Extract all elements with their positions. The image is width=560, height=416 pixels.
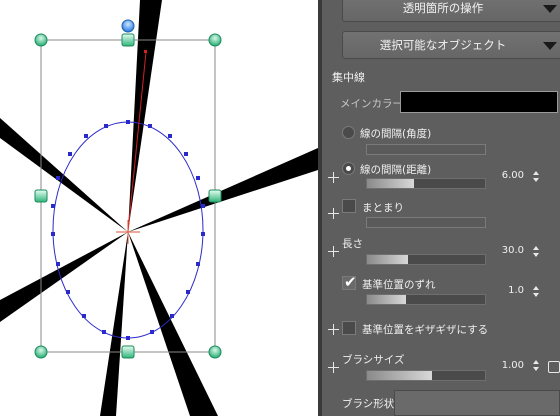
cluster-checkbox[interactable] xyxy=(342,199,356,213)
length-spinner[interactable] xyxy=(532,246,540,258)
chevron-down-icon xyxy=(543,5,557,13)
jagged-label: 基準位置をギザギザにする xyxy=(362,324,489,336)
direction-handle[interactable] xyxy=(144,50,147,53)
main-color-swatch[interactable] xyxy=(400,91,558,113)
jagged-checkbox[interactable] xyxy=(342,321,356,335)
offset-fill xyxy=(367,295,406,304)
offset-label: 基準位置のずれ xyxy=(362,279,436,291)
tool-property-panel: 透明箇所の操作 選択可能なオブジェクト 集中線 メインカラー 線の間隔(角度) … xyxy=(322,0,560,416)
main-color-label: メインカラー xyxy=(340,98,403,110)
offset-slider[interactable] xyxy=(366,294,486,305)
brush-size-fill xyxy=(367,371,432,380)
section-title: 集中線 xyxy=(332,71,365,84)
expand-icon[interactable] xyxy=(328,172,339,183)
brush-size-slider[interactable] xyxy=(366,370,486,381)
spacing-distance-slider[interactable] xyxy=(366,178,486,189)
focus-line-bottom-left xyxy=(100,232,128,416)
offset-value: 1.0 xyxy=(508,285,524,296)
canvas-drawing xyxy=(0,0,318,416)
handle-right xyxy=(208,189,222,203)
length-value: 30.0 xyxy=(501,245,524,256)
center-crosshair[interactable] xyxy=(116,220,140,244)
rotation-handle xyxy=(121,19,135,33)
transparent-ops-dropdown[interactable]: 透明箇所の操作 xyxy=(342,0,560,22)
transparent-ops-label: 透明箇所の操作 xyxy=(402,1,484,15)
brush-size-value: 1.00 xyxy=(501,360,524,371)
cluster-slider[interactable] xyxy=(366,217,486,228)
handle-bottom-right xyxy=(208,345,222,359)
handle-bottom xyxy=(121,345,135,359)
spacing-angle-radio[interactable] xyxy=(342,126,355,139)
expand-icon[interactable] xyxy=(328,246,339,257)
checkmark-icon: ✔ xyxy=(344,273,357,291)
spacing-distance-fill xyxy=(367,179,415,188)
handle-top-right xyxy=(208,33,222,47)
focus-lines xyxy=(0,0,318,416)
selectable-objects-dropdown[interactable]: 選択可能なオブジェクト xyxy=(342,31,560,59)
brush-size-spinner[interactable] xyxy=(532,360,540,372)
focus-line-right xyxy=(128,148,318,232)
selectable-objects-label: 選択可能なオブジェクト xyxy=(379,38,507,52)
brush-shape-select[interactable] xyxy=(394,390,560,416)
spacing-distance-radio[interactable] xyxy=(342,162,355,175)
offset-spinner[interactable] xyxy=(532,286,540,298)
drawing-canvas[interactable] xyxy=(0,0,318,416)
expand-icon[interactable] xyxy=(328,362,339,373)
bounding-box xyxy=(40,39,216,353)
offset-checkbox[interactable]: ✔ xyxy=(342,273,357,291)
spacing-distance-label: 線の間隔(距離) xyxy=(360,164,432,176)
spacing-angle-label: 線の間隔(角度) xyxy=(360,128,432,140)
length-fill xyxy=(367,255,409,264)
handle-top-left xyxy=(34,33,48,47)
cluster-label: まとまり xyxy=(362,202,404,214)
spacing-angle-slider[interactable] xyxy=(366,144,486,155)
chevron-down-icon xyxy=(543,42,557,50)
length-label: 長さ xyxy=(342,238,363,250)
spacing-distance-spinner[interactable] xyxy=(532,171,540,183)
expand-icon[interactable] xyxy=(328,324,339,335)
handle-top xyxy=(121,33,135,47)
handle-left xyxy=(34,189,48,203)
brush-shape-label: ブラシ形状 xyxy=(342,398,395,410)
brush-size-label: ブラシサイズ xyxy=(342,354,405,366)
focus-line-lower-left xyxy=(0,232,128,322)
expand-icon[interactable] xyxy=(328,208,339,219)
focus-line-bottom xyxy=(128,232,218,416)
spacing-distance-value: 6.00 xyxy=(501,170,524,181)
focus-line-upper-left xyxy=(0,118,128,232)
length-slider[interactable] xyxy=(366,254,486,265)
handle-bottom-left xyxy=(34,345,48,359)
brush-size-settings-button[interactable] xyxy=(548,361,560,373)
